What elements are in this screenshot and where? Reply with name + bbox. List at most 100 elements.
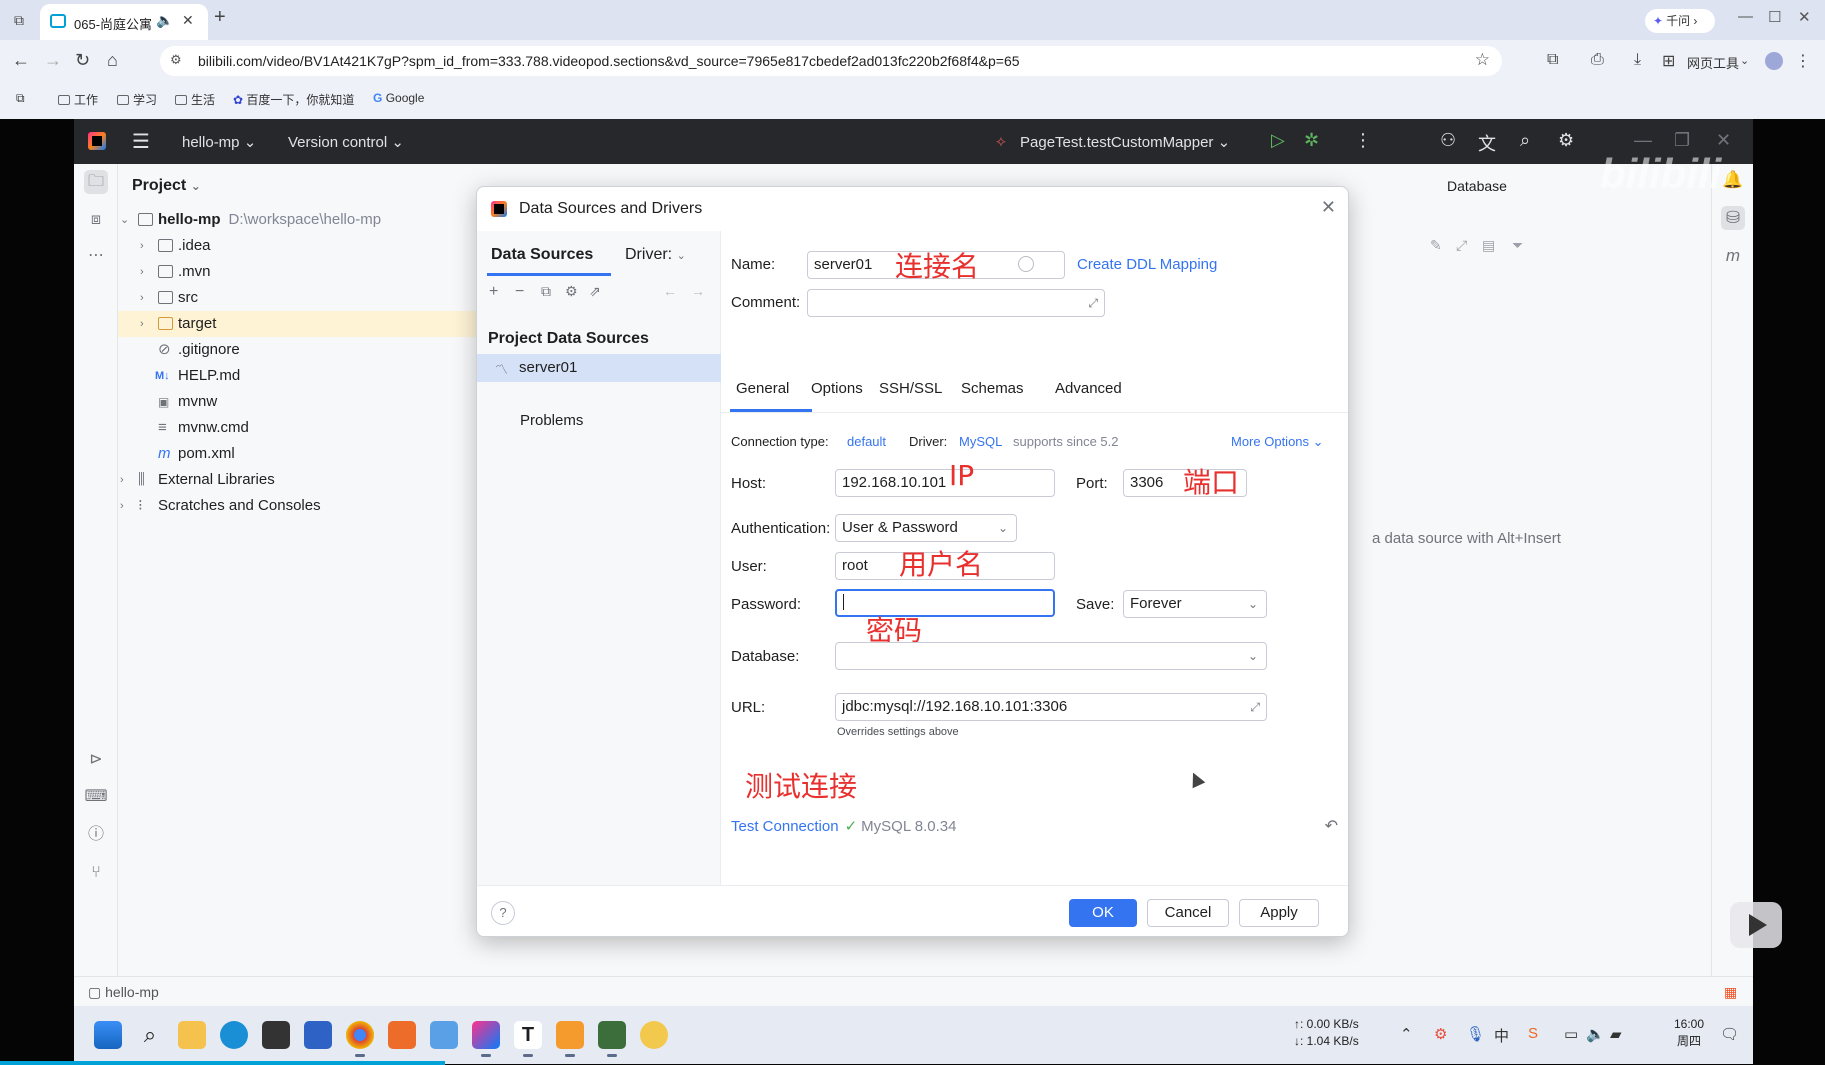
authentication-select[interactable]: User & Password ⌄ (835, 514, 1017, 542)
url-bar[interactable]: ⚙ bilibili.com/video/BV1At421K7gP?spm_id… (160, 46, 1502, 76)
bookmark-google[interactable]: G Google (373, 91, 424, 105)
jump-icon[interactable]: ⤢ (1456, 237, 1467, 254)
run-icon[interactable]: ▷ (1271, 130, 1285, 151)
arrow-left-icon[interactable]: ← (663, 283, 677, 299)
screenshot-icon[interactable]: ⎙ (1591, 51, 1604, 69)
more-menu-icon[interactable]: ⋮ (1795, 51, 1811, 71)
store-icon[interactable] (304, 1021, 332, 1049)
maximize-window-button[interactable]: ☐ (1768, 8, 1781, 26)
project-panel-title[interactable]: Project ⌄ (132, 177, 201, 195)
bookmark-life[interactable]: 生活 (175, 91, 215, 108)
network-icon[interactable]: ▭ (1564, 1025, 1578, 1043)
tree-item-src[interactable]: › src (118, 285, 513, 311)
reset-icon[interactable]: ↶ (1325, 816, 1338, 836)
battery-icon[interactable]: ▰ (1610, 1025, 1622, 1043)
reload-button[interactable]: ↻ (75, 50, 90, 71)
url-field[interactable]: jdbc:mysql://192.168.10.101:3306 ⤢ (835, 693, 1267, 721)
ide-restore-icon[interactable]: ❐ (1674, 130, 1690, 151)
tree-item-mvnw-cmd[interactable]: ≡ mvnw.cmd (118, 415, 513, 441)
extensions-icon[interactable]: ⧉ (1547, 51, 1558, 69)
filter-icon[interactable]: ⏷ (1512, 237, 1523, 254)
start-button[interactable] (94, 1021, 122, 1049)
tree-item-root[interactable]: ⌄ hello-mp D:\workspace\hello-mp (118, 207, 513, 233)
expand-icon[interactable]: ⤢ (1250, 694, 1260, 720)
remove-icon[interactable]: − (515, 283, 524, 301)
test-connection-link[interactable]: Test Connection (731, 818, 839, 835)
chevron-right-icon[interactable]: › (140, 259, 144, 285)
qianwen-button[interactable]: ✦ 千问 › (1645, 9, 1715, 33)
bookmark-study[interactable]: 学习 (117, 91, 157, 108)
subtab-ssh-ssl[interactable]: SSH/SSL (879, 380, 942, 397)
add-icon[interactable]: + (489, 283, 498, 301)
intellij-icon[interactable] (472, 1021, 500, 1057)
edit-icon[interactable]: ✎ (1430, 237, 1442, 254)
project-tool-icon[interactable]: 🗀 (84, 170, 108, 194)
back-button[interactable]: ← (12, 50, 30, 71)
microphone-icon[interactable]: 🎙 (1466, 1025, 1485, 1043)
more-actions-icon[interactable]: ⋮ (1354, 130, 1372, 151)
expand-icon[interactable]: ⤢ (1088, 290, 1098, 316)
tab-actions-icon[interactable]: ⧉ (14, 12, 30, 28)
cancel-button[interactable]: Cancel (1147, 899, 1229, 927)
video-progress-bar[interactable] (0, 1061, 445, 1065)
project-switcher[interactable]: hello-mp ⌄ (182, 133, 256, 151)
notification-center-icon[interactable]: 🗨 (1720, 1025, 1739, 1043)
data-source-item[interactable]: 〽 server01 (477, 354, 721, 382)
subtab-schemas[interactable]: Schemas (961, 380, 1024, 397)
sublime-icon[interactable] (556, 1021, 584, 1057)
color-radio[interactable] (1018, 256, 1034, 272)
more-tools-icon[interactable]: ⋯ (84, 244, 108, 268)
tree-item-target[interactable]: › target (118, 311, 513, 337)
web-tools-label[interactable]: 网页工具 (1687, 53, 1739, 72)
settings-icon[interactable]: ⚙ (1558, 130, 1574, 151)
arrow-right-icon[interactable]: → (691, 283, 705, 299)
tree-item-help[interactable]: M↓ HELP.md (118, 363, 513, 389)
tree-item-external-libraries[interactable]: › ⫼ External Libraries (118, 467, 513, 493)
site-info-icon[interactable]: ⚙ (170, 52, 182, 68)
terminal-tool-icon[interactable]: ⌨ (84, 785, 108, 809)
driver-link[interactable]: MySQL (959, 434, 1002, 449)
search-icon[interactable]: ⌕ (1520, 130, 1530, 151)
close-tab-icon[interactable]: ✕ (182, 12, 194, 29)
typora-icon[interactable]: T (514, 1021, 542, 1057)
chevron-right-icon[interactable]: › (120, 493, 124, 519)
browser-tab[interactable]: 065-尚庭公寓 🔈 ✕ (40, 4, 208, 40)
tray-expand-icon[interactable]: ⌃ (1400, 1025, 1413, 1043)
version-control-menu[interactable]: Version control ⌄ (288, 133, 404, 151)
code-with-me-icon[interactable]: ⚇ (1440, 130, 1456, 151)
settings-icon[interactable]: ⚙ (565, 283, 578, 300)
subtab-advanced[interactable]: Advanced (1055, 380, 1122, 397)
status-breadcrumb[interactable]: ▢ hello-mp (88, 984, 159, 1001)
comment-field[interactable]: ⤢ (807, 289, 1105, 317)
ide-minimize-icon[interactable]: — (1634, 130, 1652, 151)
clock[interactable]: 16:00 周四 (1674, 1016, 1704, 1050)
help-button[interactable]: ? (491, 901, 515, 925)
ok-button[interactable]: OK (1069, 899, 1137, 927)
problems-item[interactable]: Problems (520, 412, 583, 429)
minimize-window-button[interactable]: — (1738, 8, 1753, 25)
tree-item-scratches[interactable]: › ⁝ Scratches and Consoles (118, 493, 513, 519)
host-field[interactable]: 192.168.10.101 (835, 469, 1055, 497)
tray-app-icon-s[interactable]: S (1528, 1025, 1538, 1042)
subtab-general[interactable]: General (736, 380, 789, 397)
maven-tool-icon[interactable]: m (1721, 244, 1745, 268)
save-select[interactable]: Forever ⌄ (1123, 590, 1267, 618)
bookmark-work[interactable]: 工作 (58, 91, 98, 108)
edge-icon[interactable] (220, 1021, 248, 1049)
search-icon[interactable]: ⌕ (136, 1021, 164, 1049)
services-tool-icon[interactable]: ⊳ (84, 748, 108, 772)
profile-avatar[interactable] (1765, 52, 1783, 70)
home-button[interactable]: ⌂ (107, 50, 118, 71)
structure-tool-icon[interactable]: ⧈ (84, 208, 108, 232)
tree-item-mvnw[interactable]: ▣ mvnw (118, 389, 513, 415)
main-menu-icon[interactable]: ☰ (132, 129, 150, 154)
tree-item-pom[interactable]: m pom.xml (118, 441, 513, 467)
play-button[interactable] (1730, 902, 1782, 948)
close-icon[interactable]: ✕ (1321, 197, 1336, 218)
export-icon[interactable]: ⇗ (589, 283, 601, 300)
translate-icon[interactable]: 文 (1478, 130, 1496, 156)
database-select[interactable]: ⌄ (835, 642, 1267, 670)
tree-item-mvn[interactable]: › .mvn (118, 259, 513, 285)
app-icon-green[interactable] (598, 1021, 626, 1057)
database-tool-icon[interactable]: ⛁ (1721, 206, 1745, 230)
